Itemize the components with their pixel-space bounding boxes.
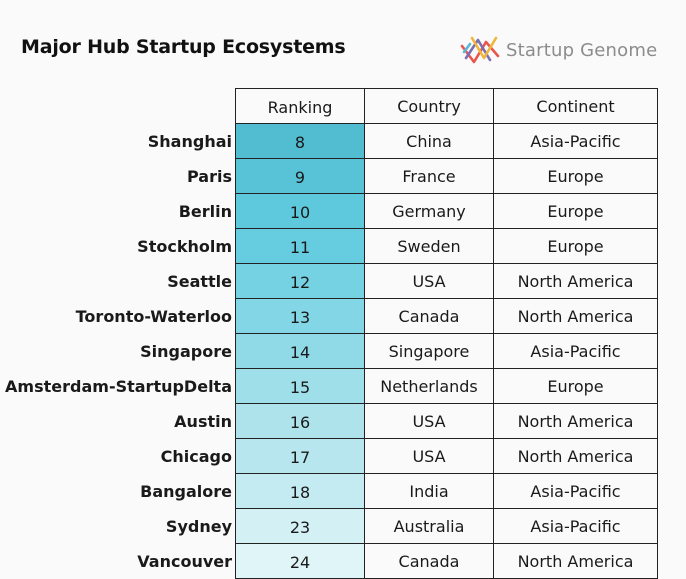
row-label-city: Berlin: [178, 201, 232, 221]
table-row: Toronto-Waterloo 13 Canada North America: [0, 298, 658, 334]
country-cell: USA: [364, 438, 494, 474]
column-header-continent: Continent: [493, 88, 658, 124]
country-cell: Germany: [364, 193, 494, 229]
row-label-city: Stockholm: [137, 236, 232, 256]
continent-cell: Asia-Pacific: [493, 123, 658, 159]
country-cell: Singapore: [364, 333, 494, 369]
startup-genome-helix-icon: [460, 36, 500, 64]
ranking-cell: 8: [235, 123, 365, 159]
row-label-city: Seattle: [167, 271, 232, 291]
table-row: Shanghai 8 China Asia-Pacific: [0, 123, 658, 159]
continent-cell: Europe: [493, 158, 658, 194]
country-cell: USA: [364, 403, 494, 439]
row-label-city: Austin: [174, 411, 232, 431]
ranking-cell: 12: [235, 263, 365, 299]
table-row: Stockholm 11 Sweden Europe: [0, 228, 658, 264]
ranking-cell: 16: [235, 403, 365, 439]
continent-cell: Europe: [493, 368, 658, 404]
country-cell: USA: [364, 263, 494, 299]
row-label-city: Toronto-Waterloo: [75, 306, 232, 326]
row-label-city: Sydney: [165, 516, 232, 536]
ecosystem-table: Ranking Country Continent Shanghai 8 China…: [0, 88, 658, 579]
row-label-city: Shanghai: [147, 131, 232, 151]
continent-cell: North America: [493, 263, 658, 299]
table-row: Chicago 17 USA North America: [0, 438, 658, 474]
continent-cell: North America: [493, 543, 658, 579]
ranking-cell: 9: [235, 158, 365, 194]
ranking-cell: 24: [235, 543, 365, 579]
continent-cell: North America: [493, 403, 658, 439]
ranking-cell: 18: [235, 473, 365, 509]
row-label-city: Amsterdam-StartupDelta: [5, 376, 232, 396]
startup-genome-logo: Startup Genome: [460, 32, 657, 68]
table-row: Vancouver 24 Canada North America: [0, 543, 658, 579]
continent-cell: North America: [493, 438, 658, 474]
continent-cell: Asia-Pacific: [493, 333, 658, 369]
country-cell: Australia: [364, 508, 494, 544]
row-label-city: Singapore: [140, 341, 232, 361]
ranking-cell: 11: [235, 228, 365, 264]
column-header-country: Country: [364, 88, 494, 124]
column-header-ranking: Ranking: [235, 88, 365, 124]
continent-cell: Asia-Pacific: [493, 473, 658, 509]
country-cell: Sweden: [364, 228, 494, 264]
header-row: Ranking Country Continent: [0, 88, 658, 124]
continent-cell: Asia-Pacific: [493, 508, 658, 544]
country-cell: France: [364, 158, 494, 194]
continent-cell: Europe: [493, 193, 658, 229]
chart-title: Major Hub Startup Ecosystems: [21, 36, 346, 58]
row-label-city: Chicago: [160, 446, 232, 466]
continent-cell: North America: [493, 298, 658, 334]
table-body: Shanghai 8 China Asia-Pacific Paris 9 France Eu…: [0, 123, 658, 579]
table-row: Sydney 23 Australia Asia-Pacific: [0, 508, 658, 544]
table-row: Seattle 12 USA North America: [0, 263, 658, 299]
row-label-city: Vancouver: [137, 551, 232, 571]
row-label-city: Bangalore: [140, 481, 232, 501]
table-row: Paris 9 France Europe: [0, 158, 658, 194]
continent-cell: Europe: [493, 228, 658, 264]
table-row: Amsterdam-StartupDelta 15 Netherlands Europ…: [0, 368, 658, 404]
ranking-cell: 23: [235, 508, 365, 544]
country-cell: China: [364, 123, 494, 159]
table-row: Bangalore 18 India Asia-Pacific: [0, 473, 658, 509]
ranking-cell: 13: [235, 298, 365, 334]
country-cell: Canada: [364, 543, 494, 579]
ranking-cell: 15: [235, 368, 365, 404]
country-cell: Netherlands: [364, 368, 494, 404]
table-row: Singapore 14 Singapore Asia-Pacific: [0, 333, 658, 369]
table-row: Austin 16 USA North America: [0, 403, 658, 439]
ranking-cell: 17: [235, 438, 365, 474]
header-corner: [0, 89, 236, 124]
country-cell: Canada: [364, 298, 494, 334]
row-label-city: Paris: [187, 166, 232, 186]
ranking-cell: 10: [235, 193, 365, 229]
country-cell: India: [364, 473, 494, 509]
table-row: Berlin 10 Germany Europe: [0, 193, 658, 229]
ranking-cell: 14: [235, 333, 365, 369]
logo-text: Startup Genome: [506, 39, 658, 61]
